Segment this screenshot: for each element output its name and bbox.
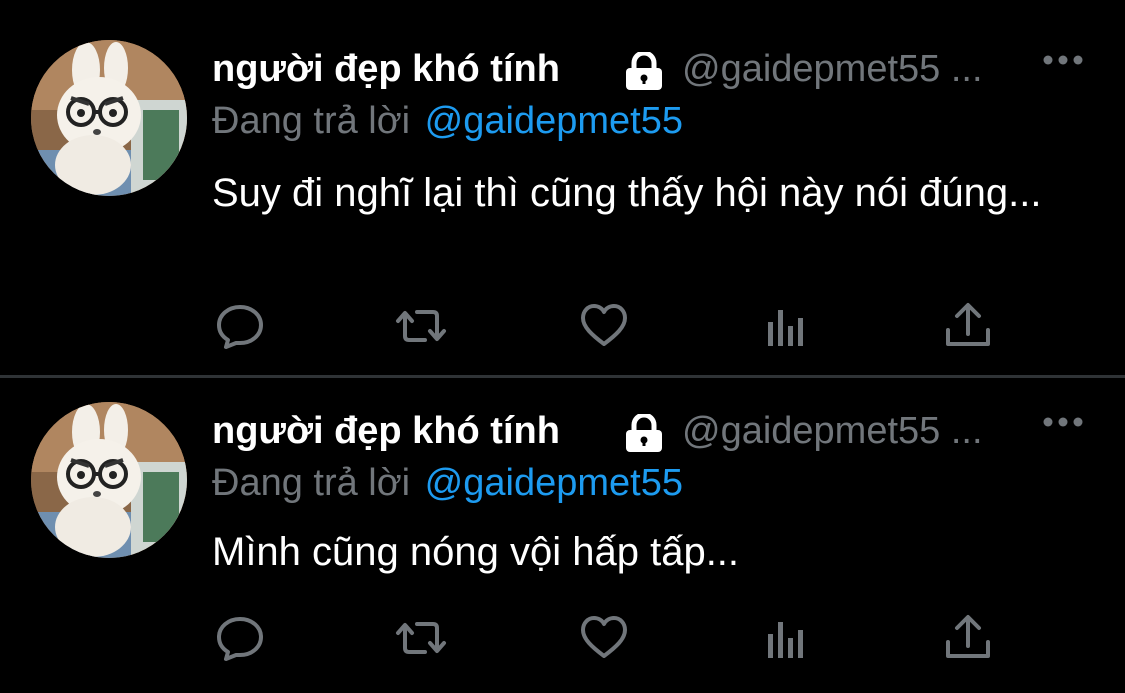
heart-icon: [581, 304, 627, 346]
lock-icon: [626, 52, 662, 90]
reply-context: Đang trả lời @gaidepmet55: [212, 462, 683, 505]
reply-button[interactable]: [214, 612, 266, 664]
author-name[interactable]: người đẹp khó tính: [212, 48, 560, 91]
retweet-button[interactable]: [395, 612, 447, 664]
tweet[interactable]: người đẹp khó tính @gaidepmet55 ... Đang…: [0, 378, 1125, 693]
tweet-text: Mình cũng nóng vội hấp tấp...: [212, 530, 740, 574]
reply-icon: [217, 305, 263, 349]
action-bar: [212, 300, 1002, 352]
like-button[interactable]: [578, 612, 630, 664]
share-icon: [946, 615, 990, 658]
reply-mention-link[interactable]: @gaidepmet55: [425, 100, 683, 142]
share-button[interactable]: [942, 300, 994, 352]
retweet-button[interactable]: [395, 300, 447, 352]
tweet-text: Suy đi nghĩ lại thì cũng thấy hội này nó…: [212, 171, 1042, 215]
reply-button[interactable]: [214, 300, 266, 352]
retweet-icon: [396, 622, 446, 654]
analytics-icon: [768, 310, 803, 346]
retweet-icon: [396, 310, 446, 342]
reply-mention-link[interactable]: @gaidepmet55: [425, 462, 683, 504]
more-options-icon[interactable]: [1042, 412, 1084, 432]
tweet[interactable]: người đẹp khó tính @gaidepmet55 ... Đang…: [0, 0, 1125, 376]
analytics-button[interactable]: [764, 612, 816, 664]
author-handle[interactable]: @gaidepmet55 ...: [682, 48, 983, 91]
reply-icon: [217, 617, 263, 661]
reply-prefix: Đang trả lời: [212, 462, 411, 504]
avatar[interactable]: [31, 402, 187, 558]
reply-prefix: Đang trả lời: [212, 100, 411, 142]
tweet-header: người đẹp khó tính @gaidepmet55 ...: [212, 406, 1092, 458]
action-bar: [212, 612, 1002, 664]
author-name[interactable]: người đẹp khó tính: [212, 410, 560, 453]
lock-icon: [626, 414, 662, 452]
like-button[interactable]: [578, 300, 630, 352]
reply-context: Đang trả lời @gaidepmet55: [212, 100, 683, 143]
more-options-icon[interactable]: [1042, 50, 1084, 70]
author-handle[interactable]: @gaidepmet55 ...: [682, 410, 983, 453]
share-icon: [946, 303, 990, 346]
analytics-button[interactable]: [764, 300, 816, 352]
avatar[interactable]: [31, 40, 187, 196]
heart-icon: [581, 616, 627, 658]
tweet-header: người đẹp khó tính @gaidepmet55 ...: [212, 44, 1092, 96]
analytics-icon: [768, 622, 803, 658]
share-button[interactable]: [942, 612, 994, 664]
